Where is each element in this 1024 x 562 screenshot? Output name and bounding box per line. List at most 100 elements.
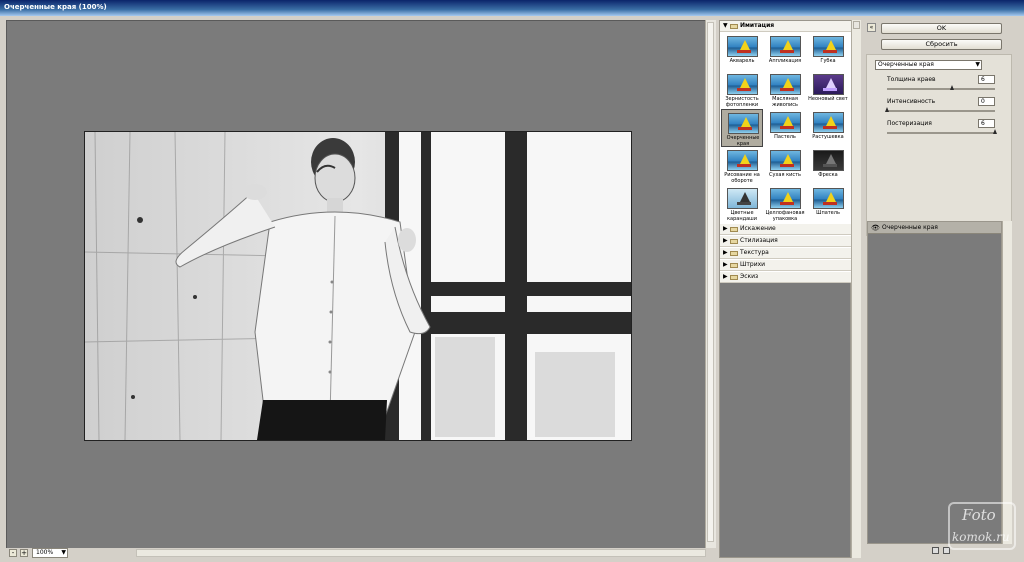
filter-label: Рисование на обороте bbox=[724, 172, 760, 184]
filter-thumb-fresco[interactable]: Фреска bbox=[807, 147, 849, 185]
effect-layers-list: 👁 Очерченные края bbox=[867, 221, 1002, 544]
filter-thumb-watercolor[interactable]: Акварель bbox=[721, 33, 763, 71]
filter-thumb-sponge[interactable]: Губка bbox=[807, 33, 849, 71]
folder-icon bbox=[730, 251, 738, 256]
filter-thumb-dry-brush[interactable]: Сухая кисть bbox=[764, 147, 806, 185]
filter-thumb-cutout[interactable]: Аппликация bbox=[764, 33, 806, 71]
filter-preview-icon bbox=[770, 74, 801, 95]
param-posterization-label: Постеризация bbox=[887, 120, 932, 127]
category-texture[interactable]: ▶ Текстура bbox=[720, 248, 851, 259]
watermark-logo: Foto komok.ru bbox=[948, 500, 1024, 562]
effect-layer-label: Очерченные края bbox=[882, 224, 938, 231]
category-brush-strokes[interactable]: ▶ Штрихи bbox=[720, 260, 851, 271]
effect-layer-row[interactable]: 👁 Очерченные края bbox=[868, 222, 1001, 234]
category-label: Текстура bbox=[740, 249, 769, 256]
preview-image bbox=[84, 131, 632, 441]
settings-panel: « OK Сбросить Очерченные края ▼ Толщина … bbox=[862, 20, 1024, 562]
filter-select[interactable]: Очерченные края ▼ bbox=[875, 60, 982, 70]
filter-label: Сухая кисть bbox=[769, 172, 801, 178]
zoom-out-button[interactable]: - bbox=[9, 549, 17, 557]
category-label: Эскиз bbox=[740, 273, 759, 280]
filter-thumb-palette-knife[interactable]: Шпатель bbox=[807, 185, 849, 223]
param-posterization-input[interactable]: 6 bbox=[978, 119, 995, 128]
filter-label: Растушевка bbox=[812, 134, 844, 140]
zoom-value: 100% bbox=[36, 549, 54, 556]
zoom-in-button[interactable]: + bbox=[20, 549, 28, 557]
filter-thumb-colored-pencil[interactable]: Цветные карандаши bbox=[721, 185, 763, 223]
filter-thumb-poster-edges[interactable]: Очерченные края bbox=[721, 109, 763, 147]
filter-label: Губка bbox=[820, 58, 836, 64]
window-title: Очерченные края (100%) bbox=[4, 3, 107, 11]
filter-thumb-rough-pastels[interactable]: Пастель bbox=[764, 109, 806, 147]
filter-thumb-plastic-wrap[interactable]: Целлофановая упаковка bbox=[764, 185, 806, 223]
param-intensity-input[interactable]: 0 bbox=[978, 97, 995, 106]
filter-thumb-smudge-stick[interactable]: Растушевка bbox=[807, 109, 849, 147]
filter-thumb-neon-glow[interactable]: Неоновый свет bbox=[807, 71, 849, 109]
zoom-select[interactable]: 100% ▼ bbox=[32, 548, 68, 558]
ok-button[interactable]: OK bbox=[881, 23, 1002, 34]
chevron-right-icon: ▶ bbox=[723, 225, 728, 232]
filter-preview-icon bbox=[813, 188, 844, 209]
chevron-down-icon: ▼ bbox=[975, 61, 980, 68]
param-intensity-label: Интенсивность bbox=[887, 98, 936, 105]
filter-label: Цветные карандаши bbox=[727, 210, 757, 222]
filter-preview-icon bbox=[770, 150, 801, 171]
eye-icon[interactable]: 👁 bbox=[871, 223, 880, 234]
filter-settings-box: Очерченные края ▼ Толщина краев 6 Интенс… bbox=[866, 54, 1012, 236]
filter-thumb-paint-daubs[interactable]: Масляная живопись bbox=[764, 71, 806, 109]
chevron-right-icon: ▶ bbox=[723, 237, 728, 244]
filter-preview-icon bbox=[727, 188, 758, 209]
category-stylize[interactable]: ▶ Стилизация bbox=[720, 236, 851, 247]
chevron-down-icon: ▼ bbox=[723, 22, 728, 29]
new-effect-layer-icon[interactable] bbox=[932, 547, 939, 554]
filter-preview-icon bbox=[727, 74, 758, 95]
canvas-horizontal-scrollbar[interactable] bbox=[136, 549, 706, 557]
window-title-bar: Очерченные края (100%) bbox=[0, 0, 1024, 16]
layers-vertical-scrollbar[interactable] bbox=[1002, 221, 1012, 544]
collapse-gallery-button[interactable]: « bbox=[867, 23, 876, 32]
filter-label: Очерченные края bbox=[726, 135, 760, 147]
watermark-line1: Foto bbox=[962, 506, 996, 524]
category-label: Искажение bbox=[740, 225, 776, 232]
filter-gallery: ▼ Имитация Акварель Аппликация Губка Зер… bbox=[719, 20, 851, 558]
filter-select-value: Очерченные края bbox=[878, 61, 934, 68]
folder-icon bbox=[730, 275, 738, 280]
slider-knob[interactable] bbox=[949, 85, 954, 90]
chevron-right-icon: ▶ bbox=[723, 261, 728, 268]
param-edge-thickness-label: Толщина краев bbox=[887, 76, 936, 83]
reset-button[interactable]: Сбросить bbox=[881, 39, 1002, 50]
category-sketch[interactable]: ▶ Эскиз bbox=[720, 272, 851, 283]
filter-label: Шпатель bbox=[816, 210, 840, 216]
param-edge-thickness-slider[interactable] bbox=[887, 85, 995, 90]
category-imitation[interactable]: ▼ Имитация bbox=[720, 21, 851, 32]
filter-preview-icon bbox=[813, 150, 844, 171]
filter-preview-icon bbox=[728, 113, 759, 134]
filter-label: Масляная живопись bbox=[772, 96, 798, 108]
slider-knob[interactable] bbox=[885, 107, 889, 112]
category-distort[interactable]: ▶ Искажение bbox=[720, 224, 851, 235]
param-posterization-slider[interactable] bbox=[887, 129, 997, 134]
folder-icon bbox=[730, 239, 738, 244]
filter-label: Фреска bbox=[818, 172, 838, 178]
canvas-vertical-scrollbar[interactable] bbox=[705, 20, 716, 548]
filter-preview-icon bbox=[813, 74, 844, 95]
filter-label: Целлофановая упаковка bbox=[765, 210, 805, 222]
folder-icon bbox=[730, 227, 738, 232]
scroll-thumb[interactable] bbox=[707, 22, 714, 542]
filter-preview-icon bbox=[770, 112, 801, 133]
param-intensity-slider[interactable] bbox=[885, 107, 995, 112]
filter-thumb-underpainting[interactable]: Рисование на обороте bbox=[721, 147, 763, 185]
filter-label: Зернистость фотопленки bbox=[725, 96, 759, 108]
param-edge-thickness-input[interactable]: 6 bbox=[978, 75, 995, 84]
preview-canvas[interactable] bbox=[6, 20, 707, 550]
filter-preview-icon bbox=[813, 112, 844, 133]
slider-knob[interactable] bbox=[993, 129, 997, 134]
folder-icon bbox=[730, 263, 738, 268]
filter-label: Акварель bbox=[729, 58, 755, 64]
filter-thumb-film-grain[interactable]: Зернистость фотопленки bbox=[721, 71, 763, 109]
gallery-vertical-scrollbar[interactable] bbox=[851, 20, 861, 558]
filter-preview-icon bbox=[727, 150, 758, 171]
filter-preview-icon bbox=[770, 36, 801, 57]
scroll-up-button[interactable] bbox=[853, 21, 860, 29]
category-label: Имитация bbox=[740, 22, 775, 29]
